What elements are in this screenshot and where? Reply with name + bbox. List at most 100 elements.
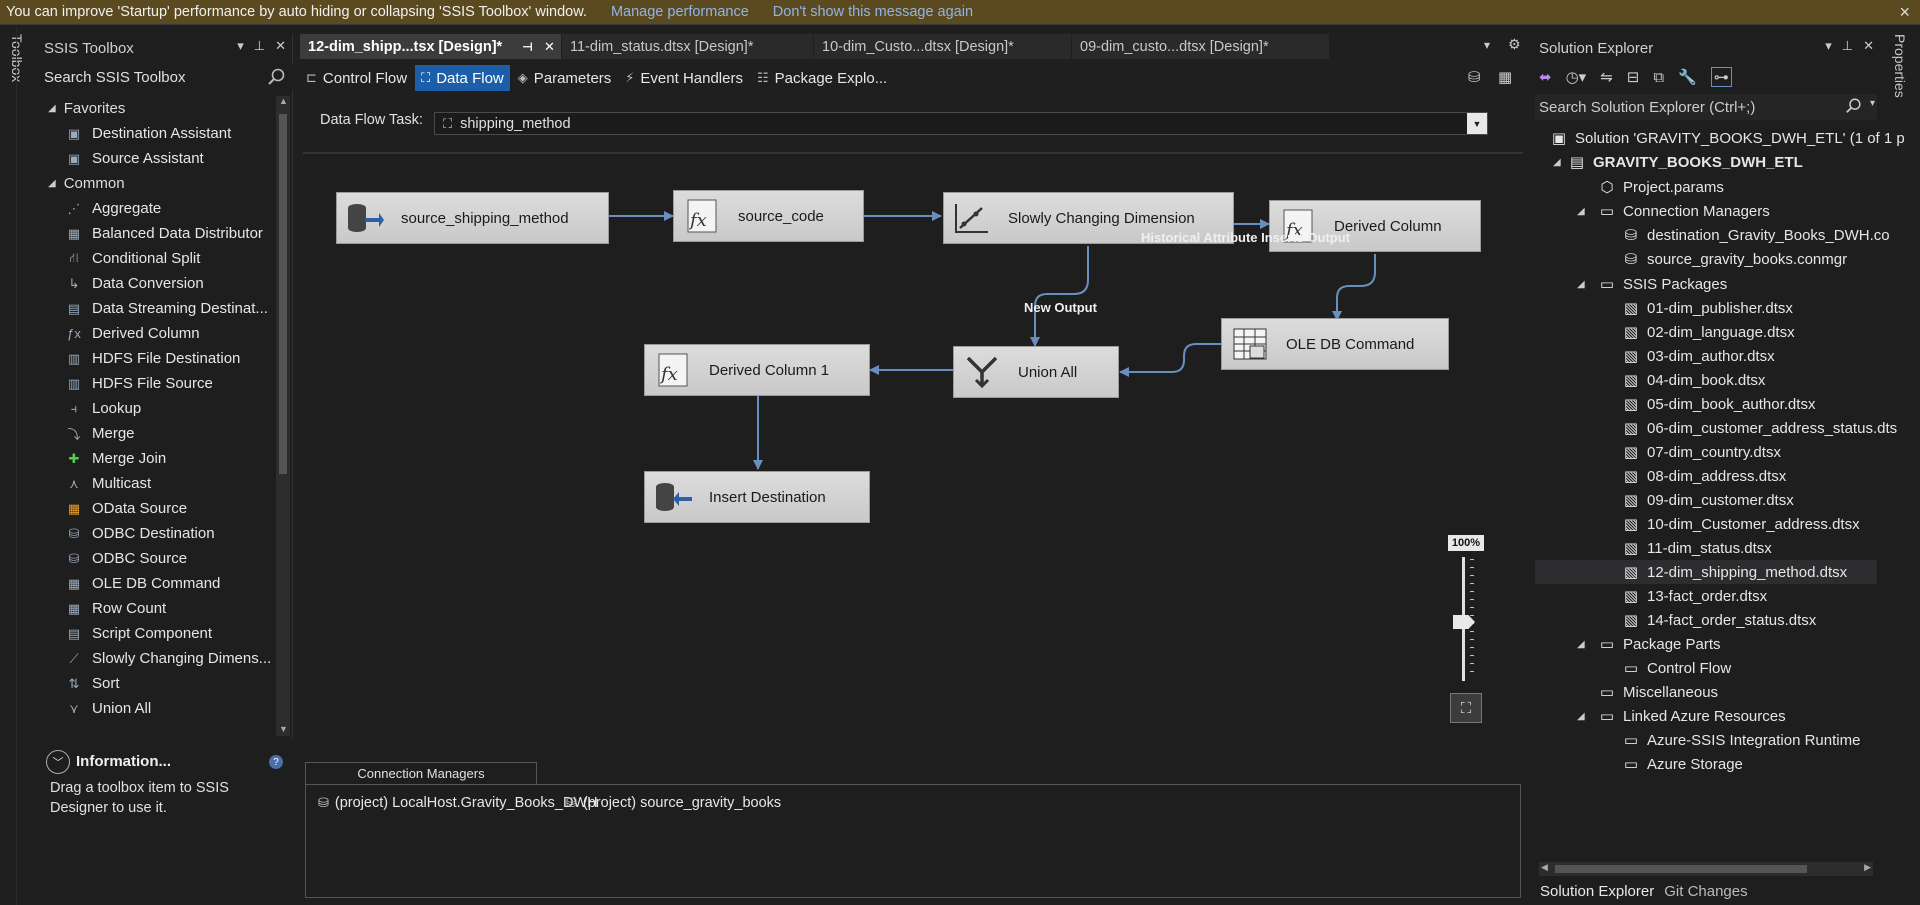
dropdown-icon[interactable]: ▾ (1825, 38, 1832, 54)
layout-icon[interactable]: ▦ (1498, 68, 1512, 86)
close-icon[interactable]: ✕ (544, 39, 555, 55)
pin-icon[interactable]: ⊥ (254, 38, 265, 54)
data-flow-task-select[interactable]: ⛶ shipping_method ▼ (434, 112, 1488, 135)
toolbox-item[interactable]: ▥ HDFS File Source (40, 371, 273, 396)
toolbox-group-common[interactable]: ◢ Common (40, 171, 273, 196)
connection-manager-item[interactable]: ⛁ (project) source_gravity_books (566, 795, 781, 811)
chevron-down-icon[interactable]: ▼ (1467, 113, 1487, 134)
miscellaneous-folder[interactable]: ▭ Miscellaneous (1597, 680, 1718, 704)
dropdown-icon[interactable]: ▾ (237, 38, 244, 54)
expanded-triangle-icon[interactable]: ◢ (1577, 639, 1585, 650)
package-file[interactable]: ▧ 13-fact_order.dtsx (1621, 584, 1767, 608)
package-file[interactable]: ▧ 10-dim_Customer_address.dtsx (1621, 512, 1860, 536)
package-file[interactable]: ▧ 04-dim_book.dtsx (1621, 368, 1766, 392)
toolbox-item[interactable]: ▣ Source Assistant (40, 146, 273, 171)
package-file[interactable]: ▧ 11-dim_status.dtsx (1621, 536, 1772, 560)
toolbox-item[interactable]: ▦ OData Source (40, 496, 273, 521)
collapse-circle-icon[interactable]: ﹀ (46, 750, 70, 774)
expanded-triangle-icon[interactable]: ◢ (1577, 279, 1585, 290)
fit-to-window-icon[interactable]: ⛶ (1450, 693, 1482, 723)
pin-icon[interactable]: ⊣ (522, 40, 533, 54)
toolbox-group-favorites[interactable]: ◢ Favorites (40, 96, 273, 121)
package-file[interactable]: ▧ 14-fact_order_status.dtsx (1621, 608, 1816, 632)
manage-performance-link[interactable]: Manage performance (611, 4, 749, 20)
collapse-all-icon[interactable]: ⊟ (1627, 68, 1640, 86)
toolbox-item[interactable]: ƒx Derived Column (40, 321, 273, 346)
chevron-down-icon[interactable]: ▾ (1870, 98, 1875, 109)
solution-node[interactable]: ▣ Solution 'GRAVITY_BOOKS_DWH_ETL' (1 of … (1549, 126, 1905, 150)
toolbox-item[interactable]: ⤵ Merge (40, 421, 273, 446)
tab-12-dim-shipping[interactable]: 12-dim_shipp...tsx [Design]* ⊣ ✕ (300, 34, 562, 59)
toolbox-item[interactable]: ▦ OLE DB Command (40, 571, 273, 596)
tab-parameters[interactable]: ◈ Parameters (512, 65, 618, 91)
toolbox-item[interactable]: ✚ Merge Join (40, 446, 273, 471)
wrench-icon[interactable]: 🔧 (1678, 68, 1697, 86)
tab-09-dim-customer[interactable]: 09-dim_custo...dtsx [Design]* (1072, 34, 1330, 59)
toolbox-item[interactable]: ⛁ ODBC Source (40, 546, 273, 571)
scroll-right-icon[interactable]: ▶ (1864, 862, 1871, 873)
switch-views-icon[interactable]: ⬌ (1539, 68, 1552, 86)
historical-output-label[interactable]: Historical Attribute Inserts Output (1141, 230, 1350, 245)
data-flow-canvas[interactable]: source_shipping_method fx source_code Sl… (303, 152, 1523, 752)
azure-item[interactable]: ▭ Azure Storage (1621, 752, 1743, 776)
source-shipping-method-node[interactable]: source_shipping_method (336, 192, 609, 244)
help-icon[interactable]: ? (269, 755, 283, 769)
connection-manager-item[interactable]: ⛁ (project) LocalHost.Gravity_Books_DWH (318, 795, 598, 811)
tab-solution-explorer[interactable]: Solution Explorer (1535, 878, 1660, 905)
scrollbar-thumb[interactable] (279, 114, 287, 474)
new-output-label[interactable]: New Output (1024, 300, 1097, 315)
connection-manager-file[interactable]: ⛁ source_gravity_books.conmgr (1621, 247, 1847, 271)
source-code-node[interactable]: fx source_code (673, 190, 864, 242)
package-file[interactable]: ▧ 01-dim_publisher.dtsx (1621, 296, 1793, 320)
preview-icon[interactable]: ⊶ (1710, 67, 1732, 87)
toolbox-item[interactable]: ⛙ Conditional Split (40, 246, 273, 271)
tab-git-changes[interactable]: Git Changes (1659, 878, 1752, 905)
search-icon[interactable] (1845, 97, 1863, 119)
expanded-triangle-icon[interactable]: ◢ (48, 178, 56, 189)
sync-icon[interactable]: ⇋ (1600, 68, 1613, 86)
connection-managers-folder[interactable]: ◢ ▭ Connection Managers (1573, 199, 1770, 223)
toolbox-item[interactable]: ⫞ Lookup (40, 396, 273, 421)
scroll-up-icon[interactable]: ▲ (279, 96, 288, 106)
tab-package-explorer[interactable]: ☷ Package Explo... (751, 65, 893, 91)
project-params-node[interactable]: ⬡ Project.params (1597, 175, 1723, 199)
toolbox-item[interactable]: ⋏ Multicast (40, 471, 273, 496)
connection-managers-tab[interactable]: Connection Managers (305, 762, 537, 784)
toolbox-side-tab[interactable]: Toolbox (9, 34, 25, 82)
solution-explorer-search[interactable]: Search Solution Explorer (Ctrl+;) ▾ (1535, 94, 1877, 120)
toolbox-item[interactable]: ↳ Data Conversion (40, 271, 273, 296)
ssis-packages-folder[interactable]: ◢ ▭ SSIS Packages (1573, 272, 1727, 296)
tab-11-dim-status[interactable]: 11-dim_status.dtsx [Design]* (562, 34, 814, 59)
toolbox-item[interactable]: ⛁ ODBC Destination (40, 521, 273, 546)
expanded-triangle-icon[interactable]: ◢ (1577, 206, 1585, 217)
dont-show-again-link[interactable]: Don't show this message again (773, 4, 973, 20)
tab-overflow-icon[interactable]: ▾ (1484, 38, 1490, 52)
close-icon[interactable]: ✕ (275, 38, 286, 54)
toolbox-item[interactable]: ▥ HDFS File Destination (40, 346, 273, 371)
scrollbar-thumb[interactable] (1555, 865, 1807, 873)
insert-destination-node[interactable]: Insert Destination (644, 471, 870, 523)
pin-icon[interactable]: ⊥ (1842, 38, 1853, 54)
solution-explorer-h-scrollbar[interactable]: ◀ ▶ (1539, 862, 1873, 876)
properties-side-tab[interactable]: Properties (1892, 34, 1908, 98)
package-file[interactable]: ▧ 07-dim_country.dtsx (1621, 440, 1781, 464)
toolbox-item[interactable]: ▦ Balanced Data Distributor (40, 221, 273, 246)
close-icon[interactable]: ✕ (1863, 38, 1874, 54)
gear-icon[interactable]: ⚙ (1508, 36, 1521, 53)
history-icon[interactable]: ◷▾ (1566, 68, 1587, 86)
tab-event-handlers[interactable]: ⚡ Event Handlers (619, 65, 749, 91)
package-parts-folder[interactable]: ◢ ▭ Package Parts (1573, 632, 1721, 656)
toolbox-item[interactable]: ▤ Data Streaming Destinat... (40, 296, 273, 321)
union-all-node[interactable]: Union All (953, 346, 1119, 398)
search-icon[interactable] (267, 67, 287, 91)
package-file[interactable]: ▧ 09-dim_customer.dtsx (1621, 488, 1794, 512)
toolbox-item[interactable]: ⟋ Slowly Changing Dimens... (40, 646, 273, 671)
toolbox-scrollbar[interactable]: ▲ ▼ (276, 96, 290, 736)
project-node[interactable]: ◢ ▤ GRAVITY_BOOKS_DWH_ETL (1549, 150, 1803, 174)
control-flow-folder[interactable]: ▭ Control Flow (1621, 656, 1731, 680)
scroll-left-icon[interactable]: ◀ (1541, 862, 1548, 873)
ole-db-command-node[interactable]: OLE DB Command (1221, 318, 1449, 370)
package-file[interactable]: ▧ 03-dim_author.dtsx (1621, 344, 1775, 368)
copy-icon[interactable]: ⧉ (1653, 69, 1664, 86)
derived-column-1-node[interactable]: fx Derived Column 1 (644, 344, 870, 396)
